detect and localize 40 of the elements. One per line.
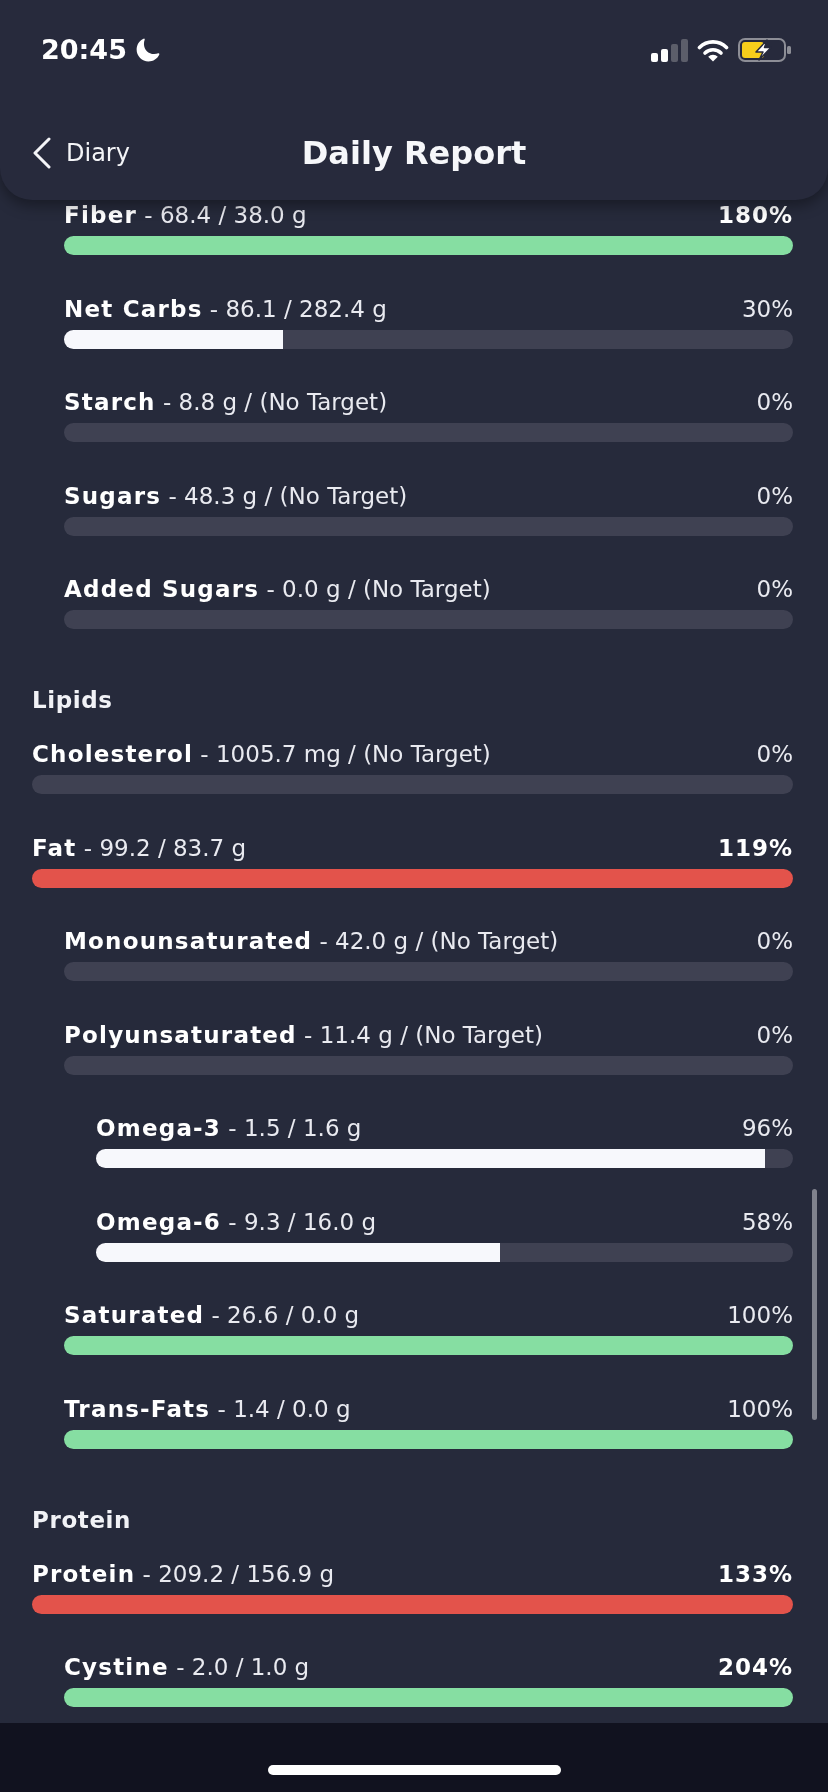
nutrient-label: Omega-3 - 1.5 / 1.6 g bbox=[96, 1114, 362, 1142]
nutrient-label: Net Carbs - 86.1 / 282.4 g bbox=[64, 294, 387, 323]
percent-value: 96% bbox=[741, 1114, 793, 1142]
percent-value: 0% bbox=[756, 740, 793, 768]
page-title: Daily Report bbox=[301, 133, 527, 173]
percent-value: 58% bbox=[741, 1207, 793, 1236]
percent-value: 30% bbox=[741, 294, 793, 323]
percent-value: 180% bbox=[717, 201, 793, 229]
battery-charging-icon bbox=[738, 38, 792, 62]
nutrient-label: Protein - 209.2 / 156.9 g bbox=[32, 1559, 335, 1588]
nutrient-label: Omega-6 - 9.3 / 16.0 g bbox=[96, 1207, 377, 1236]
nutrient-label: Polyunsaturated - 11.4 g / (No Target) bbox=[64, 1020, 543, 1049]
percent-value: 0% bbox=[756, 1020, 793, 1049]
nutrient-label: Added Sugars - 0.0 g / (No Target) bbox=[64, 575, 491, 603]
percent-value: 100% bbox=[727, 1394, 793, 1423]
nutrient-label: Cystine - 2.0 / 1.0 g bbox=[64, 1653, 310, 1681]
percent-value: 0% bbox=[756, 575, 793, 603]
nutrient-label: Saturated - 26.6 / 0.0 g bbox=[64, 1301, 360, 1329]
status-time: 20:45 bbox=[41, 34, 127, 66]
section-heading: Protein bbox=[32, 1505, 132, 1534]
signal-icon bbox=[651, 38, 688, 62]
back-button[interactable]: Diary bbox=[32, 137, 130, 169]
nutrient-label: Monounsaturated - 42.0 g / (No Target) bbox=[64, 927, 559, 955]
nutrient-label: Cholesterol - 1005.7 mg / (No Target) bbox=[32, 740, 491, 768]
wifi-icon bbox=[697, 38, 729, 62]
percent-value: 133% bbox=[717, 1559, 793, 1588]
section-heading: Lipids bbox=[32, 686, 113, 714]
percent-value: 0% bbox=[756, 927, 793, 955]
percent-value: 119% bbox=[717, 833, 793, 862]
moon-icon bbox=[134, 37, 161, 63]
nutrient-label: Fiber - 68.4 / 38.0 g bbox=[64, 201, 307, 229]
percent-value: 0% bbox=[756, 481, 793, 510]
nutrient-label: Sugars - 48.3 g / (No Target) bbox=[64, 481, 408, 510]
percent-value: 100% bbox=[727, 1301, 793, 1329]
percent-value: 204% bbox=[717, 1653, 793, 1681]
chevron-left-icon bbox=[32, 137, 52, 169]
percent-value: 0% bbox=[756, 388, 793, 416]
nutrient-label: Fat - 99.2 / 83.7 g bbox=[32, 833, 247, 862]
nutrient-label: Starch - 8.8 g / (No Target) bbox=[64, 388, 388, 416]
nutrient-label: Trans-Fats - 1.4 / 0.0 g bbox=[64, 1394, 351, 1423]
